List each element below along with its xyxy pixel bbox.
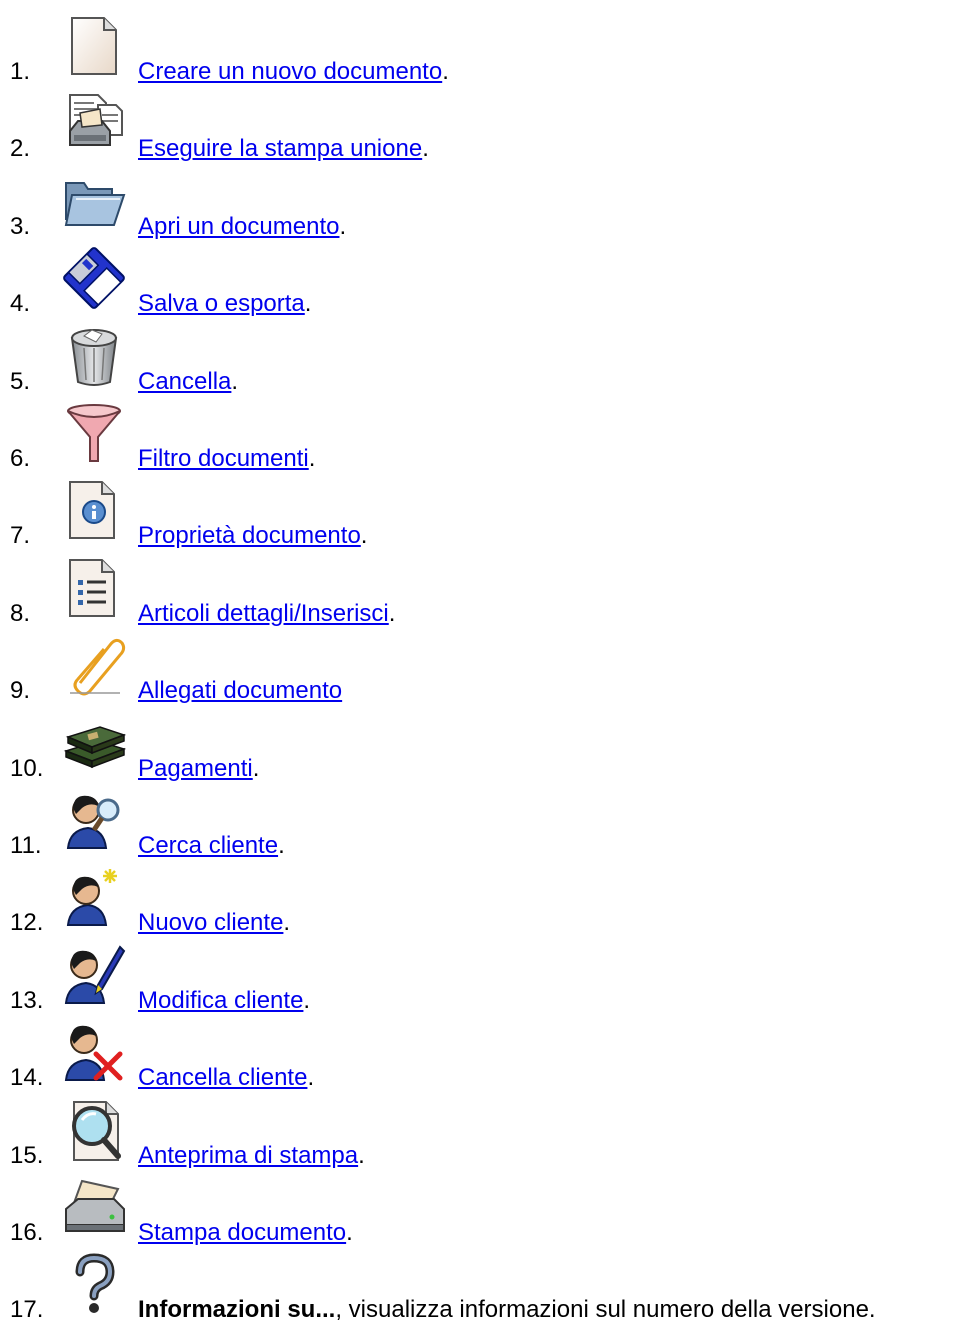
- list-item-text: Nuovo cliente.: [138, 909, 290, 937]
- trailing-text: , visualizza informazioni sul numero del…: [335, 1296, 876, 1324]
- list-item: 7. Proprietà documento.: [0, 472, 959, 550]
- list-item: 5. Cancella.: [0, 318, 959, 396]
- list-item-number: 2.: [10, 135, 31, 163]
- trailing-text: .: [360, 522, 368, 550]
- trash-bin-icon: [62, 324, 126, 388]
- list-item-number: 5.: [10, 367, 31, 395]
- list-item-number: 14.: [10, 1064, 44, 1092]
- trailing-text: .: [346, 1219, 353, 1246]
- paperclip-icon: [62, 633, 126, 697]
- trailing-text: .: [339, 212, 347, 240]
- help-link[interactable]: Nuovo cliente: [138, 909, 283, 936]
- trailing-text: .: [304, 290, 312, 318]
- list-item: 1. Creare un nuovo documento.: [0, 8, 959, 86]
- person-edit-icon: [62, 943, 126, 1007]
- trailing-text: .: [442, 58, 449, 85]
- help-link[interactable]: Stampa documento: [138, 1219, 346, 1246]
- list-item: 9. Allegati documento: [0, 627, 959, 705]
- list-item-text: Creare un nuovo documento.: [138, 58, 449, 86]
- list-item-number: 12.: [10, 909, 44, 937]
- blank-document-icon: [62, 14, 126, 78]
- bold-label: Informazioni su...: [138, 1296, 336, 1324]
- list-item-number: 11.: [10, 832, 42, 859]
- trailing-text: .: [307, 1064, 315, 1092]
- person-delete-icon: [62, 1020, 126, 1084]
- help-link[interactable]: Apri un documento: [138, 213, 339, 240]
- help-link[interactable]: Proprietà documento: [138, 522, 361, 549]
- list-item: 15. Anteprima di stampa.: [0, 1092, 959, 1170]
- help-link[interactable]: Articoli dettagli/Inserisci: [138, 600, 389, 627]
- trailing-text: .: [252, 754, 260, 782]
- help-link[interactable]: Salva o esporta: [138, 290, 305, 317]
- list-item: 16. Stampa documento.: [0, 1169, 959, 1247]
- list-item: 6. Filtro documenti.: [0, 395, 959, 473]
- list-item: 10. Pagamenti.: [0, 705, 959, 783]
- person-new-icon: [62, 865, 126, 929]
- list-item-text: Stampa documento.: [138, 1219, 353, 1247]
- list-item-number: 8.: [10, 599, 31, 627]
- list-item-number: 3.: [10, 212, 31, 240]
- question-mark-icon: [62, 1252, 126, 1316]
- list-item-number: 15.: [10, 1141, 44, 1169]
- list-item-text: Articoli dettagli/Inserisci.: [138, 600, 395, 628]
- trailing-text: .: [303, 986, 311, 1014]
- list-item: 12. Nuovo cliente.: [0, 859, 959, 937]
- list-item: 17. Informazioni su..., visualizza inform…: [0, 1246, 959, 1324]
- list-item: 4. Salva o esporta.: [0, 240, 959, 318]
- help-link[interactable]: Eseguire la stampa unione: [138, 135, 422, 162]
- list-item-text: Modifica cliente.: [138, 987, 310, 1015]
- list-item-number: 4.: [10, 290, 31, 318]
- list-item-number: 7.: [10, 522, 31, 550]
- list-item-number: 10.: [10, 754, 44, 782]
- person-search-icon: [62, 788, 126, 852]
- document-list-icon: [62, 556, 126, 620]
- list-item: 2. Eseguire la stampa unione.: [0, 85, 959, 163]
- list-item-number: 13.: [10, 986, 44, 1014]
- trailing-text: .: [358, 1141, 365, 1169]
- help-link[interactable]: Cancella: [138, 368, 231, 395]
- list-item-text: Cerca cliente.: [138, 832, 285, 860]
- trailing-text: .: [422, 135, 429, 163]
- help-link[interactable]: Allegati documento: [138, 677, 342, 704]
- open-folder-icon: [62, 169, 126, 233]
- trailing-text: .: [278, 832, 285, 859]
- funnel-filter-icon: [62, 401, 126, 465]
- list-item-number: 16.: [10, 1219, 44, 1246]
- list-item-text: Proprietà documento.: [138, 522, 367, 550]
- help-link[interactable]: Cancella cliente: [138, 1064, 307, 1091]
- help-link[interactable]: Filtro documenti: [138, 445, 309, 472]
- trailing-text: .: [388, 599, 396, 627]
- help-link[interactable]: Creare un nuovo documento: [138, 58, 442, 85]
- list-item-text: Pagamenti.: [138, 755, 259, 783]
- list-item: 11. Cerca cliente.: [0, 782, 959, 860]
- trailing-text: .: [231, 367, 239, 395]
- list-item-text: Eseguire la stampa unione.: [138, 135, 429, 163]
- list-item-text: Anteprima di stampa.: [138, 1142, 365, 1170]
- list-item-text: Cancella cliente.: [138, 1064, 314, 1092]
- mail-merge-icon: [62, 91, 126, 155]
- list-item-text: Cancella.: [138, 368, 238, 396]
- list-item: 3. Apri un documento.: [0, 163, 959, 241]
- floppy-disk-icon: [62, 246, 126, 310]
- trailing-text: .: [283, 909, 291, 937]
- help-link[interactable]: Modifica cliente: [138, 987, 303, 1014]
- list-item-text: Filtro documenti.: [138, 445, 315, 473]
- list-item: 13. Modifica cliente.: [0, 937, 959, 1015]
- print-preview-icon: [62, 1098, 126, 1162]
- list-item: 14. Cancella cliente.: [0, 1014, 959, 1092]
- list-item-text: Salva o esporta.: [138, 290, 311, 318]
- list-item-number: 9.: [10, 677, 31, 705]
- document-info-icon: [62, 478, 126, 542]
- list-item-text: Allegati documento: [138, 677, 342, 705]
- list-item-number: 6.: [10, 445, 31, 472]
- help-link[interactable]: Pagamenti: [138, 755, 253, 782]
- printer-icon: [62, 1175, 126, 1239]
- list-item-number: 1.: [10, 58, 31, 85]
- help-link[interactable]: Cerca cliente: [138, 832, 278, 859]
- list-item-text: Apri un documento.: [138, 213, 346, 241]
- help-link[interactable]: Anteprima di stampa: [138, 1142, 358, 1169]
- trailing-text: .: [308, 445, 316, 472]
- list-item: 8. Articoli dettagli/Inserisci.: [0, 550, 959, 628]
- money-stack-icon: [62, 711, 126, 775]
